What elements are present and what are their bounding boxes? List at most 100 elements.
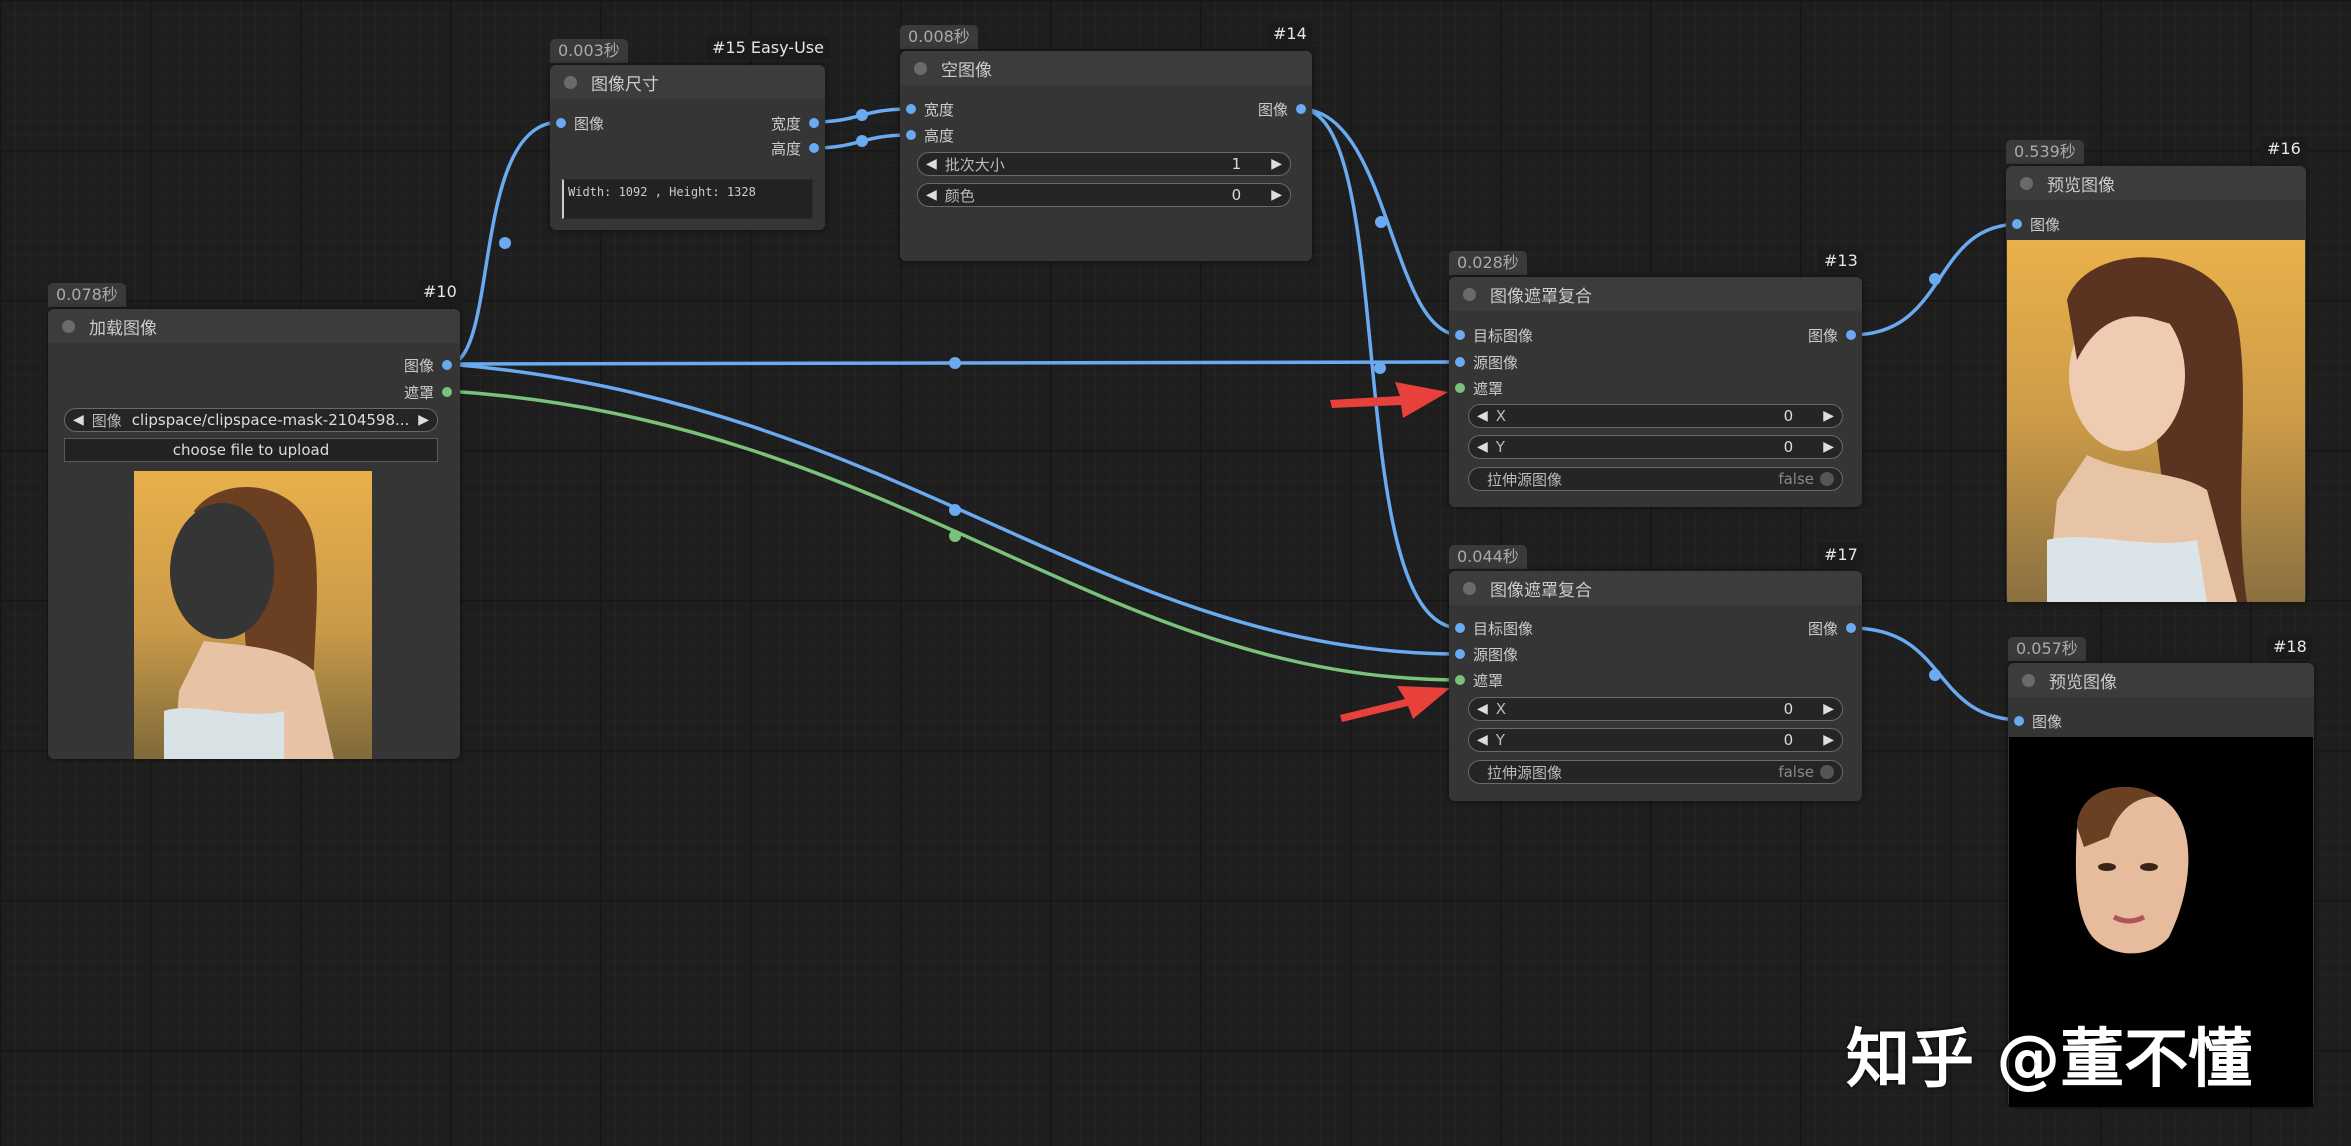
collapse-dot-icon[interactable] — [2020, 176, 2033, 190]
right-arrow-icon[interactable]: ▶ — [1815, 408, 1842, 424]
size-text-output[interactable]: Width: 1092 , Height: 1328 — [562, 179, 813, 219]
collapse-dot-icon[interactable] — [564, 75, 577, 89]
node-empty-image[interactable]: 空图像 宽度 高度 图像 ◀ 批次大小 1 ▶ ◀ 颜色 0 ▶ — [900, 51, 1312, 261]
output-slot-image[interactable]: 图像 — [404, 354, 452, 376]
output-slot-image[interactable]: 图像 — [1258, 98, 1306, 120]
output-dot-icon[interactable] — [1296, 104, 1306, 114]
slot-label: 高度 — [770, 139, 801, 158]
right-arrow-icon[interactable]: ▶ — [410, 412, 437, 428]
slot-label: 图像 — [2030, 215, 2061, 234]
node-title: 空图像 — [941, 60, 992, 81]
x-widget[interactable]: ◀ X 0 ▶ — [1468, 697, 1843, 721]
left-arrow-icon[interactable]: ◀ — [1469, 439, 1496, 455]
input-dot-icon[interactable] — [2014, 716, 2024, 726]
input-slot-source-image[interactable]: 源图像 — [1455, 351, 1518, 373]
node-header[interactable]: 预览图像 — [2008, 663, 2314, 697]
left-arrow-icon[interactable]: ◀ — [1469, 701, 1496, 717]
output-dot-icon[interactable] — [809, 118, 819, 128]
input-slot-target-image[interactable]: 目标图像 — [1455, 617, 1533, 639]
right-arrow-icon[interactable]: ▶ — [1815, 439, 1842, 455]
input-slot-image[interactable]: 图像 — [2012, 213, 2060, 235]
node-header[interactable]: 图像遮罩复合 — [1449, 571, 1862, 605]
input-slot-target-image[interactable]: 目标图像 — [1455, 324, 1533, 346]
slot-label: 源图像 — [1473, 645, 1519, 664]
node-title: 预览图像 — [2047, 175, 2115, 196]
y-widget[interactable]: ◀ Y 0 ▶ — [1468, 435, 1843, 459]
output-dot-icon[interactable] — [442, 360, 452, 370]
right-arrow-icon[interactable]: ▶ — [1263, 156, 1290, 172]
output-slot-height[interactable]: 高度 — [771, 137, 819, 159]
input-dot-icon[interactable] — [1455, 649, 1465, 659]
output-dot-icon[interactable] — [1846, 330, 1856, 340]
x-widget[interactable]: ◀ X 0 ▶ — [1468, 404, 1843, 428]
left-arrow-icon[interactable]: ◀ — [918, 156, 945, 172]
input-slot-height[interactable]: 高度 — [906, 124, 954, 146]
input-slot-source-image[interactable]: 源图像 — [1455, 643, 1518, 665]
collapse-dot-icon[interactable] — [1463, 287, 1476, 301]
widget-value: 0 — [1783, 407, 1794, 425]
right-arrow-icon[interactable]: ▶ — [1263, 187, 1290, 203]
widget-value: 0 — [1783, 438, 1794, 456]
batch-size-widget[interactable]: ◀ 批次大小 1 ▶ — [917, 152, 1291, 176]
left-arrow-icon[interactable]: ◀ — [918, 187, 945, 203]
output-slot-mask[interactable]: 遮罩 — [404, 381, 452, 403]
output-slot-width[interactable]: 宽度 — [771, 112, 819, 134]
resize-source-toggle[interactable]: 拉伸源图像 false — [1468, 467, 1843, 491]
input-slot-mask[interactable]: 遮罩 — [1455, 377, 1503, 399]
slot-label: 目标图像 — [1473, 619, 1534, 638]
node-header[interactable]: 预览图像 — [2006, 166, 2306, 200]
node-preview-image-16[interactable]: 预览图像 图像 — [2006, 166, 2306, 602]
output-dot-icon[interactable] — [442, 387, 452, 397]
node-header[interactable]: 图像遮罩复合 — [1449, 277, 1862, 311]
upload-button[interactable]: choose file to upload — [64, 438, 438, 462]
input-dot-icon[interactable] — [2012, 219, 2022, 229]
node-id-badge: #13 — [1818, 249, 1864, 273]
node-title: 图像遮罩复合 — [1490, 580, 1592, 601]
node-header[interactable]: 加载图像 — [48, 309, 460, 343]
y-widget[interactable]: ◀ Y 0 ▶ — [1468, 728, 1843, 752]
collapse-dot-icon[interactable] — [62, 319, 75, 333]
input-slot-image[interactable]: 图像 — [2014, 710, 2062, 732]
collapse-dot-icon[interactable] — [1463, 581, 1476, 595]
left-arrow-icon[interactable]: ◀ — [65, 412, 92, 428]
output-slot-image[interactable]: 图像 — [1808, 324, 1856, 346]
output-dot-icon[interactable] — [1846, 623, 1856, 633]
input-dot-icon[interactable] — [1455, 383, 1465, 393]
slot-label: 图像 — [1807, 326, 1838, 345]
node-image-size[interactable]: 图像尺寸 图像 宽度 高度 Width: 1092 , Height: 1328 — [550, 65, 825, 230]
node-id-badge: #18 — [2267, 635, 2313, 659]
input-dot-icon[interactable] — [906, 130, 916, 140]
input-slot-image[interactable]: 图像 — [556, 112, 604, 134]
image-combo-widget[interactable]: ◀ 图像 clipspace/clipspace-mask-2104598...… — [64, 408, 438, 432]
input-dot-icon[interactable] — [556, 118, 566, 128]
input-dot-icon[interactable] — [1455, 357, 1465, 367]
left-arrow-icon[interactable]: ◀ — [1469, 408, 1496, 424]
resize-source-toggle[interactable]: 拉伸源图像 false — [1468, 760, 1843, 784]
slot-label: 源图像 — [1473, 353, 1519, 372]
node-header[interactable]: 空图像 — [900, 51, 1312, 85]
node-image-mask-composite-13[interactable]: 图像遮罩复合 目标图像 源图像 遮罩 图像 ◀ X 0 ▶ ◀ Y 0 ▶ 拉伸… — [1449, 277, 1862, 507]
output-slot-image[interactable]: 图像 — [1808, 617, 1856, 639]
right-arrow-icon[interactable]: ▶ — [1815, 701, 1842, 717]
input-slot-width[interactable]: 宽度 — [906, 98, 954, 120]
widget-label: X — [1495, 407, 1507, 425]
collapse-dot-icon[interactable] — [2022, 673, 2035, 687]
widget-value: 0 — [1783, 731, 1794, 749]
toggle-knob-icon[interactable] — [1820, 765, 1834, 779]
input-dot-icon[interactable] — [1455, 330, 1465, 340]
slot-label: 图像 — [403, 356, 434, 375]
node-header[interactable]: 图像尺寸 — [550, 65, 825, 99]
collapse-dot-icon[interactable] — [914, 61, 927, 75]
input-slot-mask[interactable]: 遮罩 — [1455, 669, 1503, 691]
node-image-mask-composite-17[interactable]: 图像遮罩复合 目标图像 源图像 遮罩 图像 ◀ X 0 ▶ ◀ Y 0 ▶ 拉伸… — [1449, 571, 1862, 801]
right-arrow-icon[interactable]: ▶ — [1815, 732, 1842, 748]
widget-label: 颜色 — [944, 186, 975, 205]
toggle-knob-icon[interactable] — [1820, 472, 1834, 486]
left-arrow-icon[interactable]: ◀ — [1469, 732, 1496, 748]
input-dot-icon[interactable] — [906, 104, 916, 114]
input-dot-icon[interactable] — [1455, 675, 1465, 685]
color-widget[interactable]: ◀ 颜色 0 ▶ — [917, 183, 1291, 207]
output-dot-icon[interactable] — [809, 143, 819, 153]
node-load-image[interactable]: 加载图像 图像 遮罩 ◀ 图像 clipspace/clipspace-mask… — [48, 309, 460, 759]
input-dot-icon[interactable] — [1455, 623, 1465, 633]
